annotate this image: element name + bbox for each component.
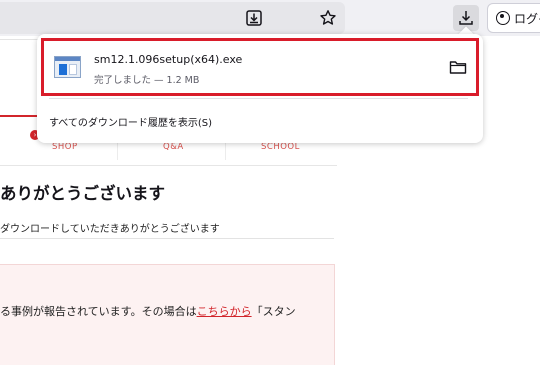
divider: [0, 238, 334, 239]
download-file-name: sm12.1.096setup(x64).exe: [94, 53, 243, 66]
login-label: ログイ: [514, 11, 540, 26]
page-title: ありがとうございます: [0, 184, 165, 203]
download-item[interactable]: sm12.1.096setup(x64).exe 完了しました — 1.2 MB: [41, 38, 479, 96]
page-download-icon[interactable]: [241, 5, 267, 31]
notice-text: る事例が報告されています。その場合はこちらから「スタン: [0, 303, 296, 319]
account-icon: [496, 11, 510, 25]
folder-icon[interactable]: [449, 59, 467, 75]
download-status: 完了しました — 1.2 MB: [94, 75, 200, 86]
nav-item-school[interactable]: SCHOOL: [261, 142, 300, 152]
exe-file-icon: [54, 56, 81, 78]
nav-item-qa[interactable]: Q&A: [163, 142, 184, 152]
site-nav: SHOP Q&A SCHOOL: [0, 134, 337, 164]
url-bar[interactable]: [0, 2, 345, 34]
notice-link[interactable]: こちらから: [197, 305, 252, 318]
divider: [49, 98, 468, 99]
browser-toolbar: ログイ: [0, 0, 540, 36]
notice-box: る事例が報告されています。その場合はこちらから「スタン: [0, 264, 335, 365]
notice-text-after: 「スタン: [251, 305, 296, 318]
accent-line: [0, 115, 40, 117]
show-all-downloads[interactable]: すべてのダウンロード履歴を表示(S): [49, 114, 212, 129]
page-subtitle: ダウンロードしていただきありがとうございます: [0, 224, 220, 235]
notice-text-before: る事例が報告されています。その場合は: [0, 305, 197, 318]
nav-item-shop[interactable]: SHOP: [52, 142, 78, 152]
login-button[interactable]: ログイ: [487, 3, 540, 33]
downloads-panel: sm12.1.096setup(x64).exe 完了しました — 1.2 MB…: [37, 34, 483, 143]
star-icon[interactable]: [315, 5, 341, 31]
divider: [0, 165, 337, 166]
